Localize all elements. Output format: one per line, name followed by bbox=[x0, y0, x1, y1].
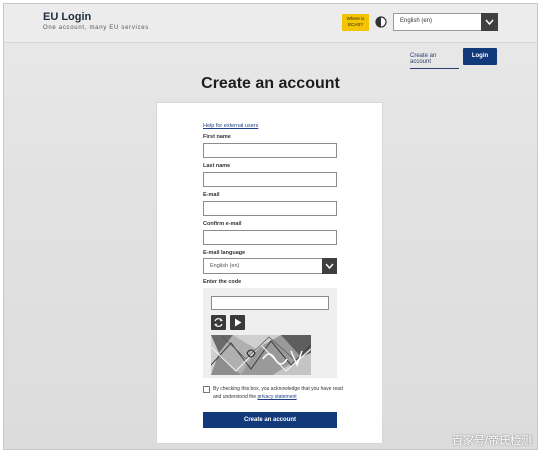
captcha-panel bbox=[203, 288, 337, 378]
site-subtitle: One account, many EU services bbox=[43, 25, 150, 31]
watermark-text: 百家号/帝氏检测 bbox=[451, 435, 532, 447]
contrast-icon[interactable] bbox=[375, 16, 387, 28]
registration-form: Help for external users First name Last … bbox=[156, 102, 383, 444]
first-name-label: First name bbox=[203, 134, 231, 140]
chevron-down-icon bbox=[322, 258, 337, 274]
confirm-email-input[interactable] bbox=[203, 230, 337, 245]
email-language-value: English (en) bbox=[210, 263, 240, 269]
create-account-link[interactable]: Create an account bbox=[410, 53, 459, 69]
consent-checkbox[interactable] bbox=[203, 386, 210, 393]
play-icon[interactable] bbox=[230, 315, 245, 330]
email-language-select[interactable]: English (en) bbox=[203, 258, 337, 274]
help-external-users-link[interactable]: Help for external users bbox=[203, 123, 258, 129]
privacy-statement-link[interactable]: privacy statement bbox=[257, 394, 296, 400]
browser-frame: EU Login One account, many EU services W… bbox=[3, 3, 538, 450]
email-language-label: E-mail language bbox=[203, 250, 246, 256]
confirm-email-label: Confirm e-mail bbox=[203, 221, 242, 227]
email-input[interactable] bbox=[203, 201, 337, 216]
consent-text: By checking this box, you acknowledge th… bbox=[213, 385, 343, 401]
captcha-code-input[interactable] bbox=[211, 296, 329, 310]
first-name-input[interactable] bbox=[203, 143, 337, 158]
last-name-input[interactable] bbox=[203, 172, 337, 187]
chevron-down-icon bbox=[481, 13, 498, 31]
site-title: EU Login bbox=[43, 11, 92, 23]
ecas-badge-line-2: ECAS? bbox=[348, 21, 363, 27]
login-button[interactable]: Login bbox=[463, 48, 497, 65]
language-select-value: English (en) bbox=[400, 18, 433, 24]
language-select[interactable]: English (en) bbox=[393, 13, 498, 31]
email-label: E-mail bbox=[203, 192, 220, 198]
refresh-icon[interactable] bbox=[211, 315, 226, 330]
captcha-image bbox=[211, 335, 311, 375]
page-title: Create an account bbox=[201, 75, 340, 92]
create-account-submit-button[interactable]: Create an account bbox=[203, 412, 337, 428]
site-header: EU Login One account, many EU services W… bbox=[4, 4, 537, 43]
where-is-ecas-badge[interactable]: Where is ECAS? bbox=[342, 14, 369, 31]
code-label: Enter the code bbox=[203, 279, 242, 285]
last-name-label: Last name bbox=[203, 163, 231, 169]
